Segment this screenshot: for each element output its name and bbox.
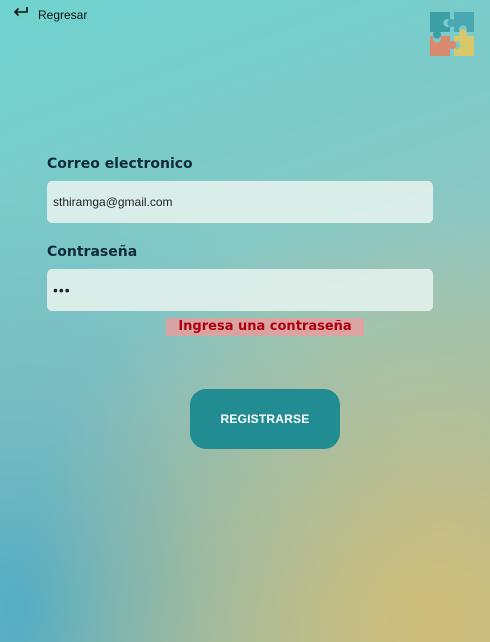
password-error-message: Ingresa una contraseña [166, 318, 364, 336]
back-label: Regresar [38, 8, 88, 22]
email-field[interactable] [47, 181, 433, 223]
back-link[interactable]: Regresar [12, 2, 87, 22]
puzzle-icon [430, 12, 474, 56]
password-field[interactable] [47, 269, 433, 311]
email-label: Correo electronico [47, 156, 193, 172]
password-label: Contraseña [47, 244, 138, 260]
register-button[interactable]: REGISTRARSE [190, 389, 340, 449]
back-arrow-icon [13, 7, 28, 17]
